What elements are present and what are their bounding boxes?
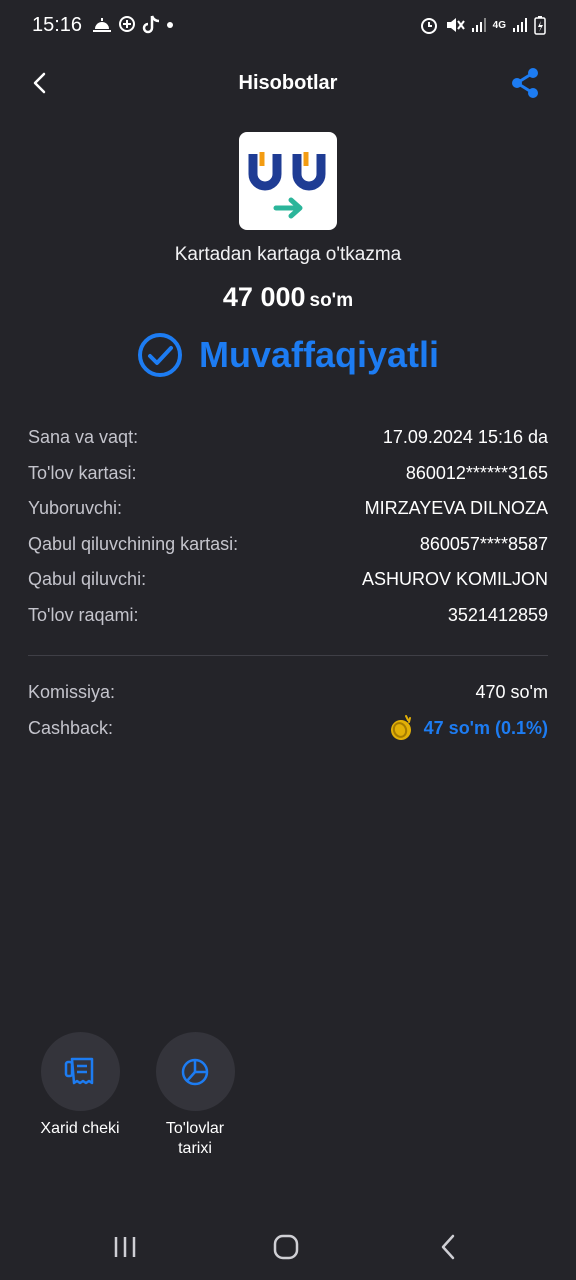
receipt-button[interactable]: Xarid cheki <box>20 1032 140 1139</box>
receipt-icon <box>64 1057 94 1084</box>
amount-value: 47 000 <box>222 282 306 312</box>
receipt-button-circle[interactable] <box>40 1032 120 1111</box>
detail-value: MIRZAYEVA DILNOZA <box>364 498 548 519</box>
cashback-label: Cashback: <box>28 717 114 738</box>
back-button[interactable] <box>24 68 54 98</box>
detail-label: Yuboruvchi: <box>28 498 123 519</box>
detail-value: ASHUROV KOMILJON <box>361 569 548 590</box>
detail-label: Sana va vaqt: <box>28 427 139 448</box>
mute-icon <box>445 16 465 34</box>
details-list: Sana va vaqt: 17.09.2024 15:16 da To'lov… <box>28 420 548 633</box>
recent-apps-icon <box>114 1237 136 1257</box>
network-type: 4G <box>492 19 506 31</box>
page-title: Hisobotlar <box>238 71 338 94</box>
cashback-value-wrap: 47 so'm (0.1%) <box>388 714 548 742</box>
nav-back-icon <box>441 1234 455 1260</box>
cashback-value: 47 so'm (0.1%) <box>423 717 548 738</box>
recent-apps-button[interactable] <box>105 1232 145 1262</box>
detail-label: Qabul qiluvchining kartasi: <box>28 533 239 554</box>
status-badge: Muvaffaqiyatli <box>0 330 576 380</box>
coin-icon <box>390 715 411 741</box>
detail-value: 3521412859 <box>447 604 548 625</box>
pie-chart-icon <box>181 1058 209 1085</box>
divider <box>28 655 548 656</box>
back-arrow-icon <box>33 72 46 94</box>
payment-history-button-circle[interactable] <box>155 1032 235 1111</box>
home-icon <box>273 1234 299 1260</box>
detail-row-sender: Yuboruvchi: MIRZAYEVA DILNOZA <box>28 491 548 527</box>
payment-history-button[interactable]: To'lovlar tarixi <box>135 1032 255 1159</box>
system-nav-bar <box>0 1214 576 1280</box>
status-time: 15:16 <box>32 13 83 36</box>
detail-value: 860012******3165 <box>405 462 548 483</box>
transaction-type: Kartadan kartaga o'tkazma <box>174 244 402 265</box>
dot-icon <box>166 21 174 29</box>
fees-list: Komissiya: 470 so'm Cashback: 47 so'm (0… <box>28 675 548 746</box>
payment-history-label: To'lovlar tarixi <box>135 1119 255 1159</box>
detail-row-payment-card: To'lov kartasi: 860012******3165 <box>28 456 548 492</box>
commission-value: 470 so'm <box>475 682 548 703</box>
receipt-button-label: Xarid cheki <box>40 1120 120 1137</box>
transfer-logo <box>239 132 337 230</box>
nav-back-button[interactable] <box>428 1232 468 1262</box>
fee-row-cashback: Cashback: 47 so'm (0.1%) <box>28 711 548 747</box>
share-button[interactable] <box>508 66 542 100</box>
card-transfer-icon <box>248 152 326 219</box>
tiktok-icon <box>142 15 160 35</box>
signal-icon <box>471 17 487 33</box>
signal-icon-2 <box>512 17 528 33</box>
check-circle-icon <box>137 333 182 377</box>
status-bar: 15:16 4G <box>0 0 576 50</box>
status-text: Muvaffaqiyatli <box>198 334 440 375</box>
detail-row-payment-number: To'lov raqami: 3521412859 <box>28 598 548 634</box>
weather-icon <box>92 17 112 33</box>
header: Hisobotlar <box>0 58 576 108</box>
fee-row-commission: Komissiya: 470 so'm <box>28 675 548 711</box>
detail-value: 860057****8587 <box>419 533 548 554</box>
battery-icon <box>534 15 546 35</box>
share-icon <box>512 68 538 98</box>
payment-history-label-line-1: To'lovlar <box>165 1120 225 1137</box>
detail-row-recipient-card: Qabul qiluvchining kartasi: 860057****85… <box>28 527 548 563</box>
detail-row-date: Sana va vaqt: 17.09.2024 15:16 da <box>28 420 548 456</box>
home-button[interactable] <box>266 1232 306 1262</box>
transaction-amount: 47 000 so'm <box>0 282 576 313</box>
detail-label: To'lov kartasi: <box>28 462 137 483</box>
detail-label: To'lov raqami: <box>28 604 139 625</box>
alarm-icon <box>419 15 439 35</box>
location-plus-icon <box>118 16 136 34</box>
amount-currency: so'm <box>309 290 354 311</box>
detail-value: 17.09.2024 15:16 da <box>382 427 548 448</box>
payment-history-label-line-2: tarixi <box>178 1140 212 1157</box>
commission-label: Komissiya: <box>28 682 116 703</box>
detail-label: Qabul qiluvchi: <box>28 569 147 590</box>
detail-row-recipient: Qabul qiluvchi: ASHUROV KOMILJON <box>28 562 548 598</box>
